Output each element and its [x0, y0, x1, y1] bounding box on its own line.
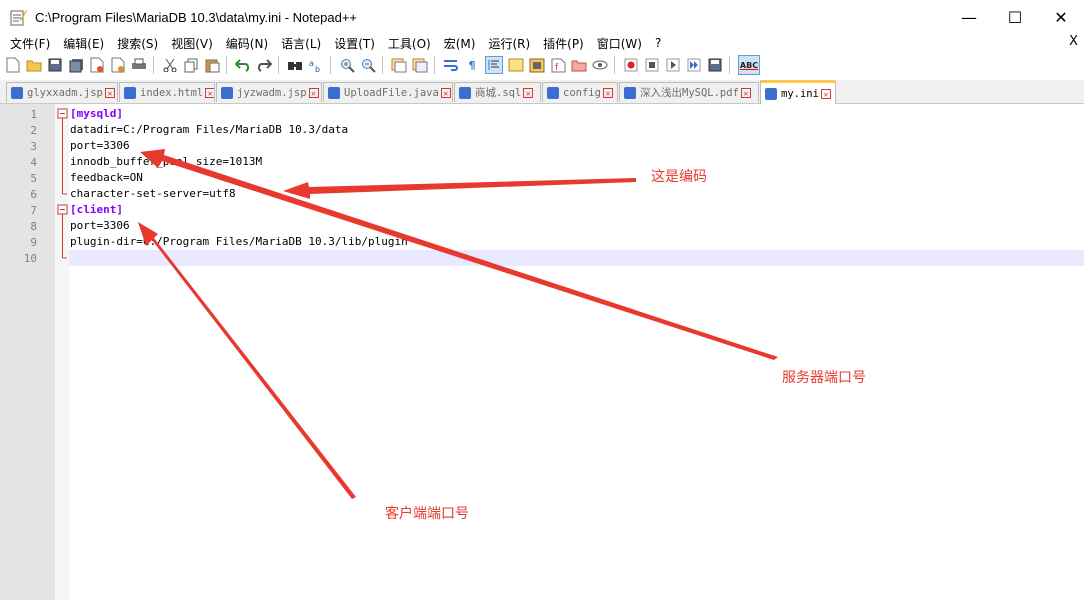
arrow-client-port: [138, 222, 356, 499]
annotation-encoding: 这是编码: [651, 169, 707, 185]
annotation-server-port: 服务器端口号: [782, 370, 866, 386]
arrow-encoding: [283, 178, 636, 199]
annotation-client-port: 客户端端口号: [385, 506, 469, 522]
annotation-arrows: [138, 149, 778, 499]
